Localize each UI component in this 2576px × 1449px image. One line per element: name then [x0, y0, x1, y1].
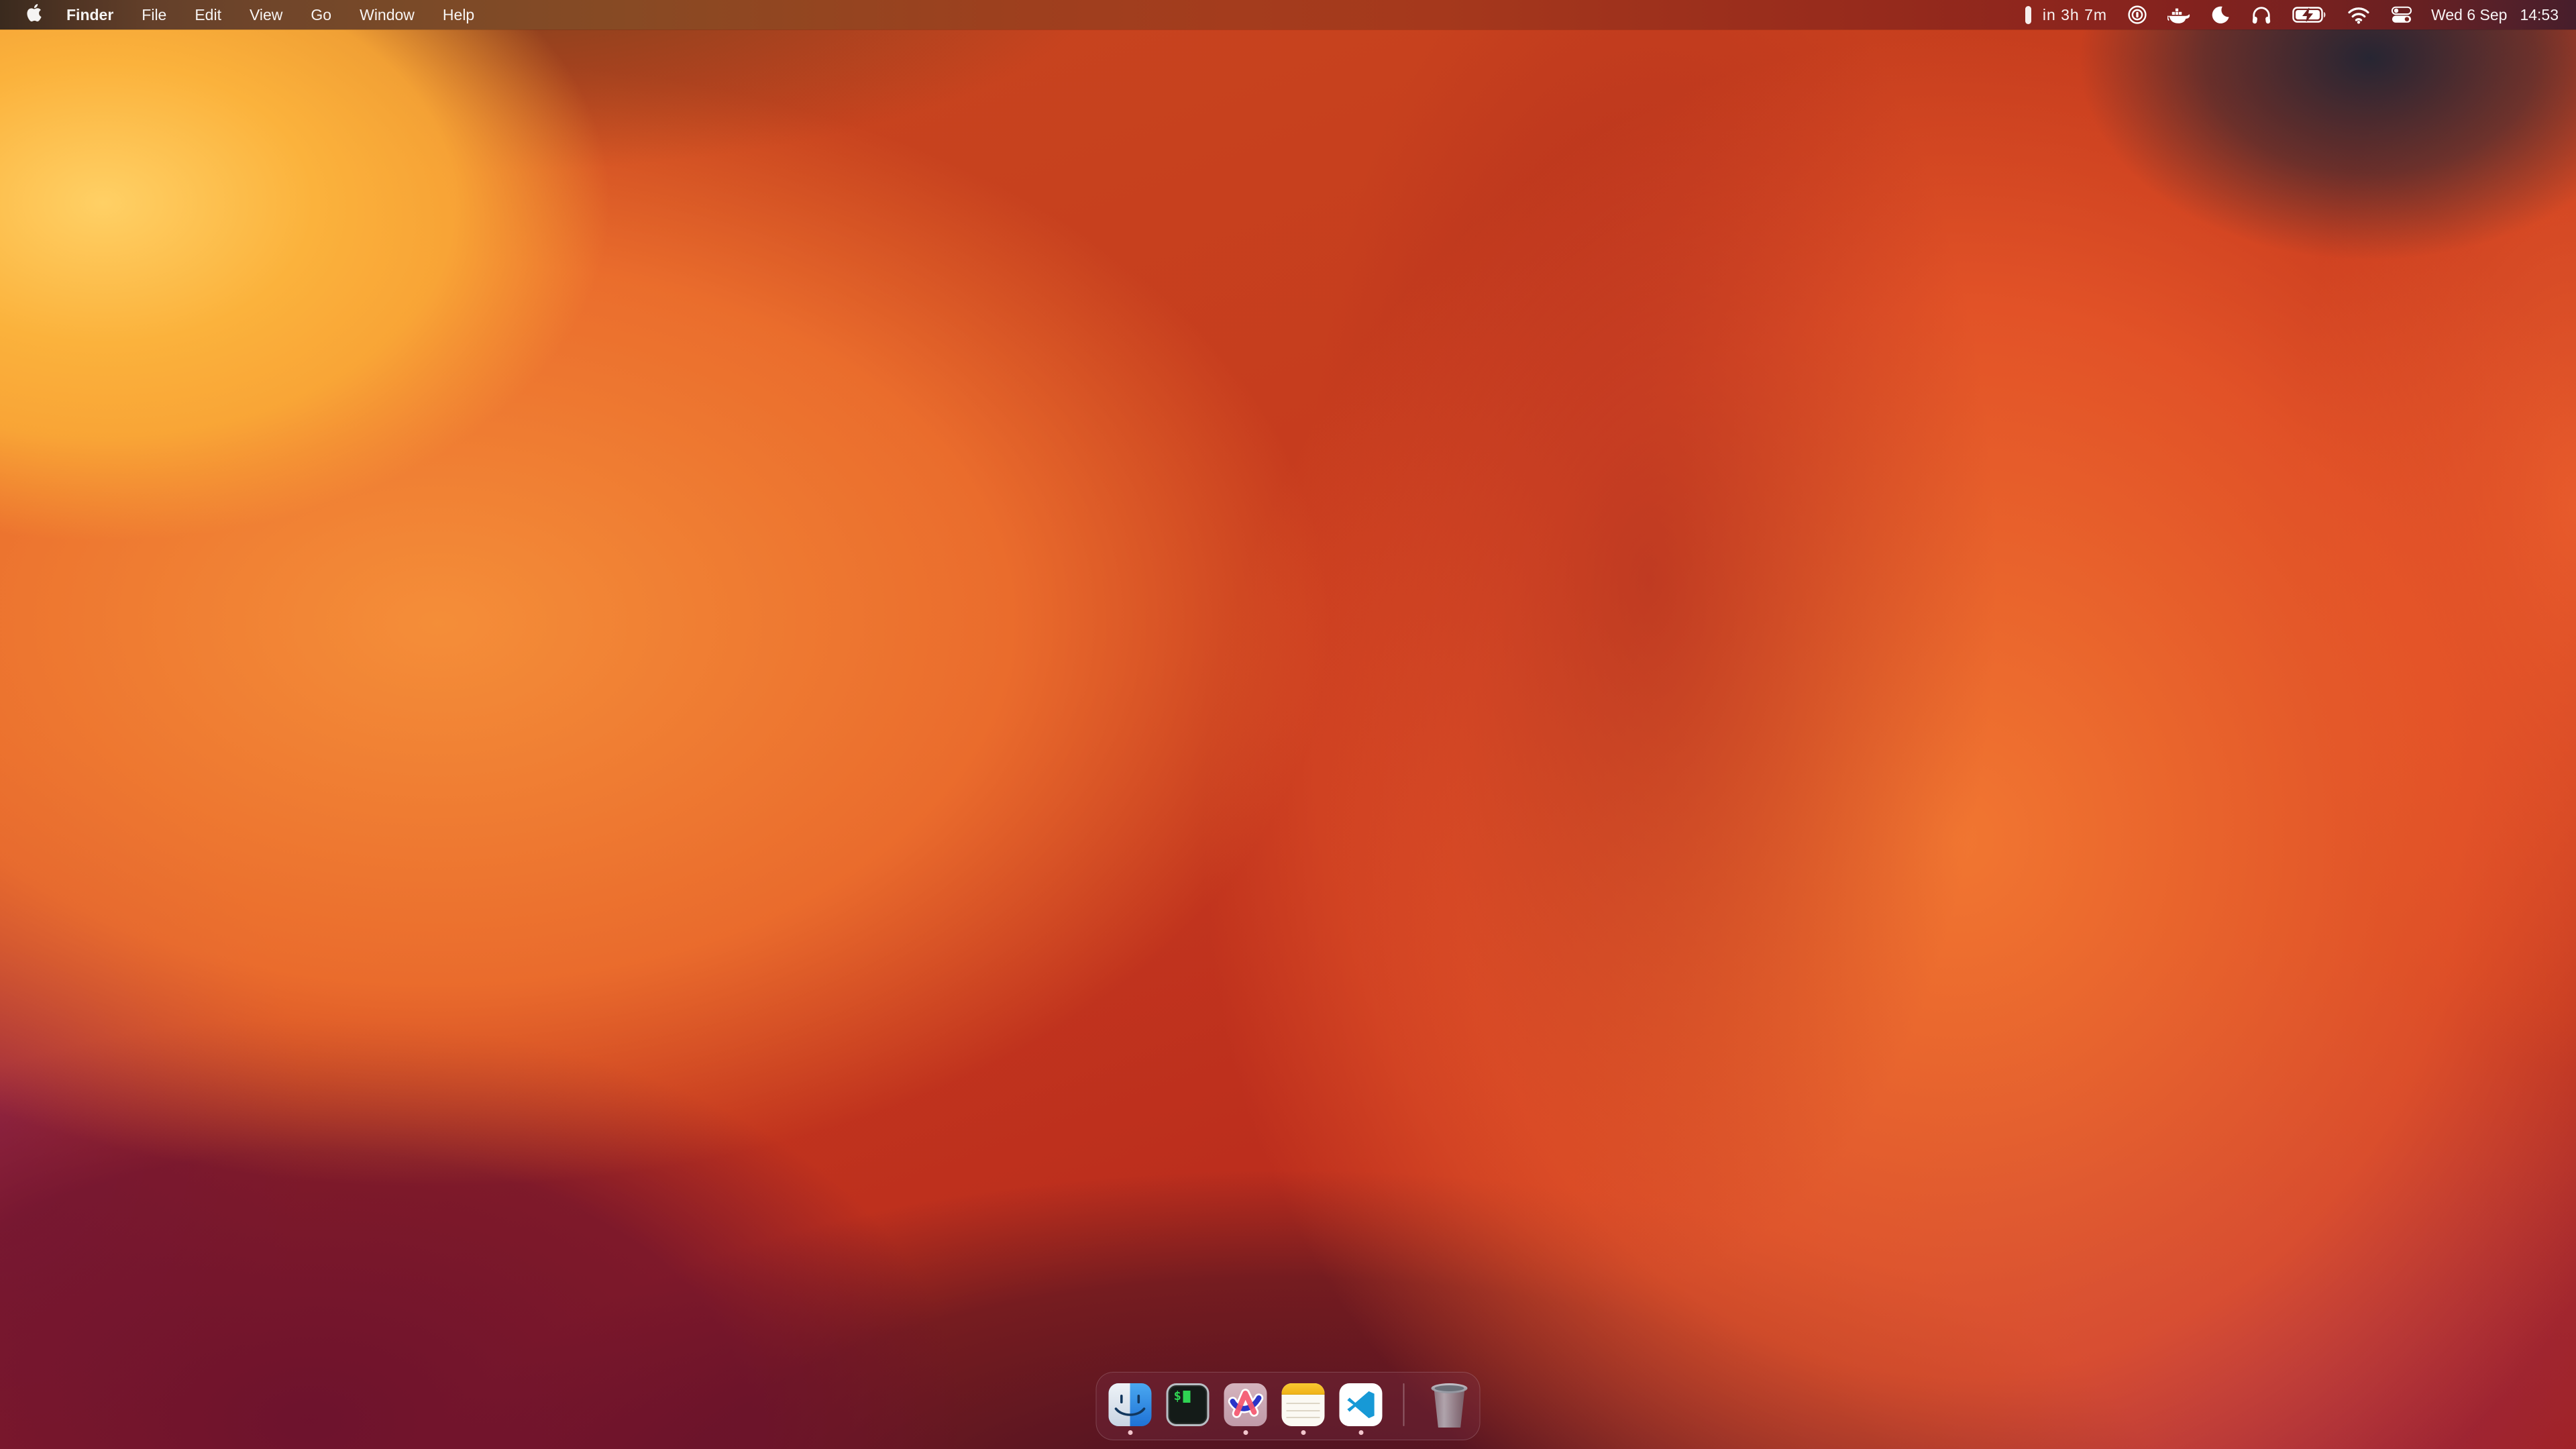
menu-bar-left: Finder File Edit View Go Window Help — [0, 0, 488, 30]
terminal-prompt-glyph: $ — [1174, 1390, 1181, 1403]
terminal-cursor — [1183, 1391, 1191, 1403]
menu-item-file[interactable]: File — [127, 0, 180, 30]
one-password-icon[interactable] — [2117, 0, 2157, 30]
trash-icon — [1432, 1383, 1468, 1428]
dock-separator — [1403, 1383, 1405, 1426]
running-indicator — [1128, 1430, 1132, 1435]
dock: $ — [1096, 1372, 1481, 1440]
menu-item-window[interactable]: Window — [345, 0, 429, 30]
clock-time: 14:53 — [2520, 6, 2559, 24]
desktop-wallpaper[interactable]: Finder File Edit View Go Window Help in … — [0, 0, 2576, 1449]
menu-item-view[interactable]: View — [235, 0, 297, 30]
running-indicator — [1358, 1430, 1363, 1435]
dock-item-trash[interactable] — [1432, 1383, 1468, 1436]
finder-icon — [1109, 1383, 1152, 1426]
apple-logo-icon — [25, 3, 43, 27]
menu-bar: Finder File Edit View Go Window Help in … — [0, 0, 2576, 30]
timer-capsule-icon[interactable] — [2015, 0, 2041, 30]
wifi-icon[interactable] — [2337, 0, 2380, 30]
dock-item-finder[interactable] — [1109, 1383, 1152, 1435]
timer-status-text[interactable]: in 3h 7m — [2041, 6, 2117, 24]
terminal-icon: $ — [1167, 1383, 1210, 1426]
dock-item-notes[interactable] — [1282, 1383, 1325, 1435]
menu-bar-status-area: in 3h 7m — [2015, 0, 2576, 30]
clock-date: Wed 6 Sep — [2431, 6, 2507, 24]
running-indicator — [1243, 1430, 1248, 1435]
dock-item-terminal[interactable]: $ — [1167, 1383, 1210, 1435]
battery-charging-icon[interactable] — [2282, 0, 2337, 30]
control-center-icon[interactable] — [2380, 0, 2423, 30]
arc-browser-icon — [1224, 1383, 1267, 1426]
vscode-icon — [1340, 1383, 1383, 1426]
docker-icon[interactable] — [2157, 0, 2200, 30]
apple-menu[interactable] — [16, 0, 52, 30]
menu-item-app-name[interactable]: Finder — [52, 0, 127, 30]
menu-item-edit[interactable]: Edit — [180, 0, 235, 30]
menu-item-go[interactable]: Go — [297, 0, 345, 30]
menu-item-help[interactable]: Help — [429, 0, 488, 30]
running-indicator — [1301, 1430, 1305, 1435]
notes-icon — [1282, 1383, 1325, 1426]
dock-item-vscode[interactable] — [1340, 1383, 1383, 1435]
moon-focus-icon[interactable] — [2200, 0, 2241, 30]
dock-item-arc[interactable] — [1224, 1383, 1267, 1435]
menu-bar-clock[interactable]: Wed 6 Sep 14:53 — [2423, 6, 2559, 24]
headphones-icon[interactable] — [2241, 0, 2282, 30]
